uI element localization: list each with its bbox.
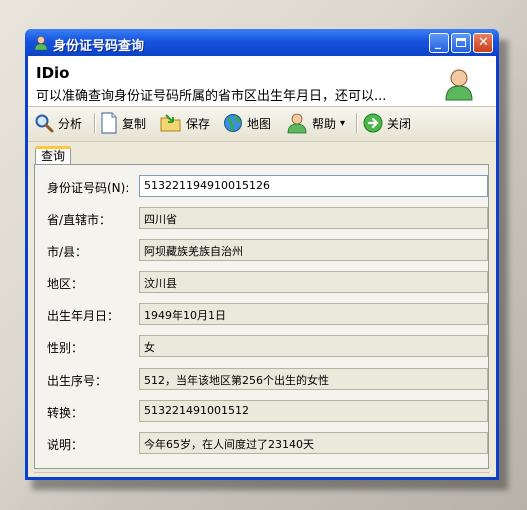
- copy-label: 复制: [122, 116, 147, 131]
- help-menu-button[interactable]: 帮助 ▾: [286, 110, 345, 136]
- form-row-sequence: 出生序号： 512，当年该地区第256个出生的女性: [35, 368, 490, 390]
- dropdown-arrow-icon: ▾: [340, 117, 346, 129]
- status-divider: [34, 472, 489, 473]
- form-row-province: 省/直辖市： 四川省: [35, 207, 490, 229]
- city-label: 市/县：: [47, 245, 88, 259]
- close-window-button[interactable]: ✕: [473, 33, 493, 53]
- document-icon: [101, 112, 117, 134]
- toolbar-separator: [356, 113, 358, 133]
- window-title: 身份证号码查询: [53, 39, 145, 54]
- user-icon: [34, 36, 48, 51]
- title-bar[interactable]: 身份证号码查询 _ ✕: [25, 29, 499, 56]
- id-number-label: 身份证号码(N):: [47, 181, 130, 195]
- exit-icon: [363, 113, 383, 133]
- form-row-note: 说明： 今年65岁，在人间度过了23140天: [35, 432, 490, 454]
- sequence-label: 出生序号：: [47, 374, 108, 388]
- form-row-gender: 性别： 女: [35, 335, 490, 357]
- app-window: 身份证号码查询 _ ✕ IDio 可以准确查询身份证号码所属的省市区出生年月日，…: [25, 29, 499, 480]
- birthdate-field: 1949年10月1日: [139, 303, 488, 325]
- help-user-icon: [287, 113, 307, 134]
- globe-icon: [224, 114, 242, 132]
- convert-field: 513221491001512: [139, 400, 488, 422]
- map-button[interactable]: 地图: [223, 110, 271, 136]
- maximize-button[interactable]: [451, 33, 471, 53]
- copy-button[interactable]: 复制: [100, 110, 146, 136]
- form-row-city: 市/县： 阿坝藏族羌族自治州: [35, 239, 490, 261]
- minimize-button[interactable]: _: [429, 33, 449, 53]
- map-label: 地图: [247, 116, 272, 131]
- magnifier-icon: [35, 114, 54, 133]
- close-button[interactable]: 关闭: [363, 110, 411, 136]
- close-label: 关闭: [387, 116, 412, 131]
- query-panel: 身份证号码(N): 513221194910015126 省/直辖市： 四川省 …: [34, 164, 489, 469]
- analyze-label: 分析: [58, 116, 83, 131]
- city-field: 阿坝藏族羌族自治州: [139, 239, 488, 261]
- note-field: 今年65岁，在人间度过了23140天: [139, 432, 488, 454]
- form-row-birthdate: 出生年月日： 1949年10月1日: [35, 303, 490, 325]
- convert-label: 转换：: [47, 406, 84, 420]
- district-label: 地区：: [47, 277, 84, 291]
- sequence-field: 512，当年该地区第256个出生的女性: [139, 368, 488, 390]
- save-label: 保存: [186, 116, 211, 131]
- close-icon: ✕: [478, 35, 489, 50]
- analyze-button[interactable]: 分析: [34, 110, 82, 136]
- app-header: IDio 可以准确查询身份证号码所属的省市区出生年月日，还可以...: [28, 56, 496, 107]
- user-avatar-icon: [445, 69, 473, 101]
- app-name: IDio: [36, 64, 70, 82]
- form-row-district: 地区： 汶川县: [35, 271, 490, 293]
- toolbar: 分析 复制 保存 地图 帮助 ▾ 关闭: [28, 107, 496, 142]
- birthdate-label: 出生年月日：: [47, 309, 120, 323]
- toolbar-separator: [94, 113, 96, 133]
- province-field: 四川省: [139, 207, 488, 229]
- district-field: 汶川县: [139, 271, 488, 293]
- province-label: 省/直辖市：: [47, 213, 112, 227]
- help-label: 帮助: [312, 116, 337, 131]
- form-row-convert: 转换： 513221491001512: [35, 400, 490, 422]
- window-client: IDio 可以准确查询身份证号码所属的省市区出生年月日，还可以... 分析 复制…: [28, 56, 496, 477]
- minimize-icon: _: [435, 35, 441, 49]
- maximize-icon: [456, 38, 466, 47]
- save-button[interactable]: 保存: [160, 110, 210, 136]
- save-folder-icon: [160, 114, 181, 132]
- app-description: 可以准确查询身份证号码所属的省市区出生年月日，还可以...: [36, 89, 387, 104]
- gender-label: 性别：: [47, 341, 84, 355]
- note-label: 说明：: [47, 438, 84, 452]
- gender-field: 女: [139, 335, 488, 357]
- tab-query[interactable]: 查询: [35, 146, 72, 164]
- id-number-input[interactable]: 513221194910015126: [139, 175, 488, 197]
- tab-bar: 查询: [28, 143, 496, 165]
- form-row-id-number: 身份证号码(N): 513221194910015126: [35, 175, 490, 197]
